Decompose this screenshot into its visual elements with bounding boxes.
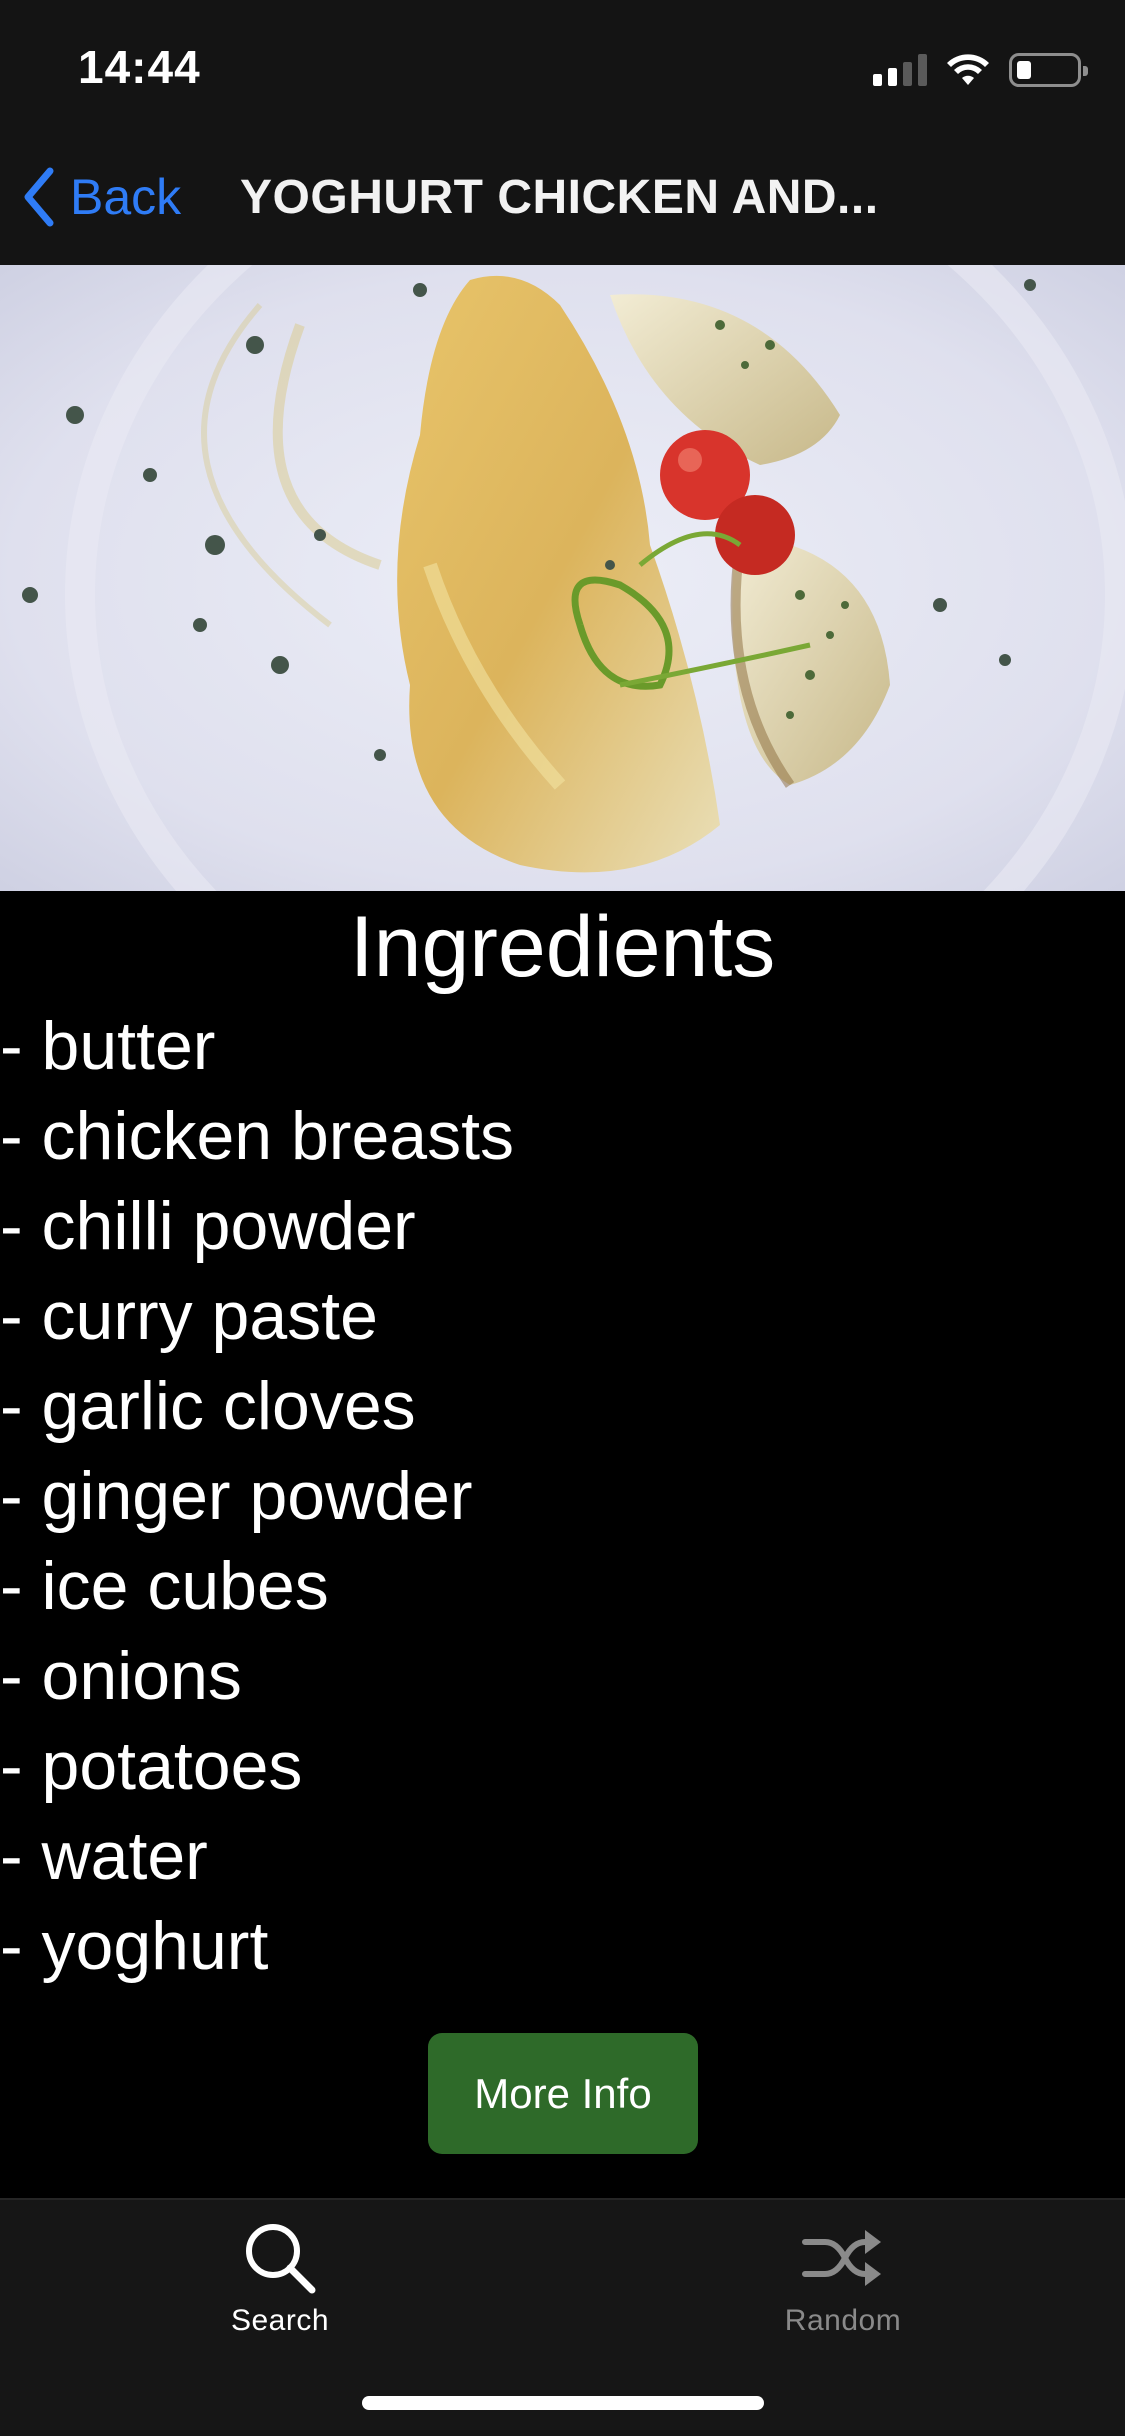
screen: 14:44 Back YOGHURT CHICKEN AND... Ingred…: [0, 0, 1125, 2436]
status-time: 14:44: [78, 41, 201, 93]
tab-random-label: Random: [784, 2304, 902, 2337]
search-icon: [246, 2224, 316, 2294]
ingredient-item: - yoghurt: [0, 1908, 269, 1984]
ingredient-item: - chilli powder: [0, 1188, 416, 1264]
status-icons: [873, 50, 1088, 90]
recipe-photo: [0, 265, 1125, 891]
battery-icon: [1009, 53, 1088, 87]
page-title: YOGHURT CHICKEN AND...: [240, 171, 879, 224]
wifi-icon: [947, 54, 989, 85]
ingredient-item: - potatoes: [0, 1728, 303, 1804]
ingredient-item: - chicken breasts: [0, 1098, 514, 1174]
ingredient-item: - water: [0, 1818, 208, 1894]
more-info-button[interactable]: More Info: [428, 2033, 698, 2154]
ingredient-item: - butter: [0, 1008, 216, 1084]
tab-search[interactable]: Search: [130, 2220, 430, 2370]
ingredient-item: - curry paste: [0, 1278, 378, 1354]
ingredients-heading: Ingredients: [349, 899, 776, 995]
status-bar: 14:44: [0, 0, 1125, 132]
ingredient-item: - onions: [0, 1638, 242, 1714]
ingredient-item: - ice cubes: [0, 1548, 329, 1624]
cellular-signal-icon: [873, 54, 927, 86]
ingredient-item: - garlic cloves: [0, 1368, 416, 1444]
home-indicator[interactable]: [362, 2396, 764, 2410]
ingredient-item: - ginger powder: [0, 1458, 473, 1534]
tab-random[interactable]: Random: [693, 2220, 993, 2370]
navigation-bar: Back YOGHURT CHICKEN AND...: [0, 132, 1125, 265]
tab-search-label: Search: [230, 2304, 330, 2337]
ingredients-list: - butter - chicken breasts - chilli powd…: [0, 1006, 1125, 1996]
chevron-left-icon: [24, 167, 54, 227]
back-button[interactable]: Back: [22, 162, 181, 232]
shuffle-icon: [802, 2230, 881, 2286]
recipe-photo-illustration: [0, 265, 1125, 891]
back-label: Back: [70, 169, 182, 225]
